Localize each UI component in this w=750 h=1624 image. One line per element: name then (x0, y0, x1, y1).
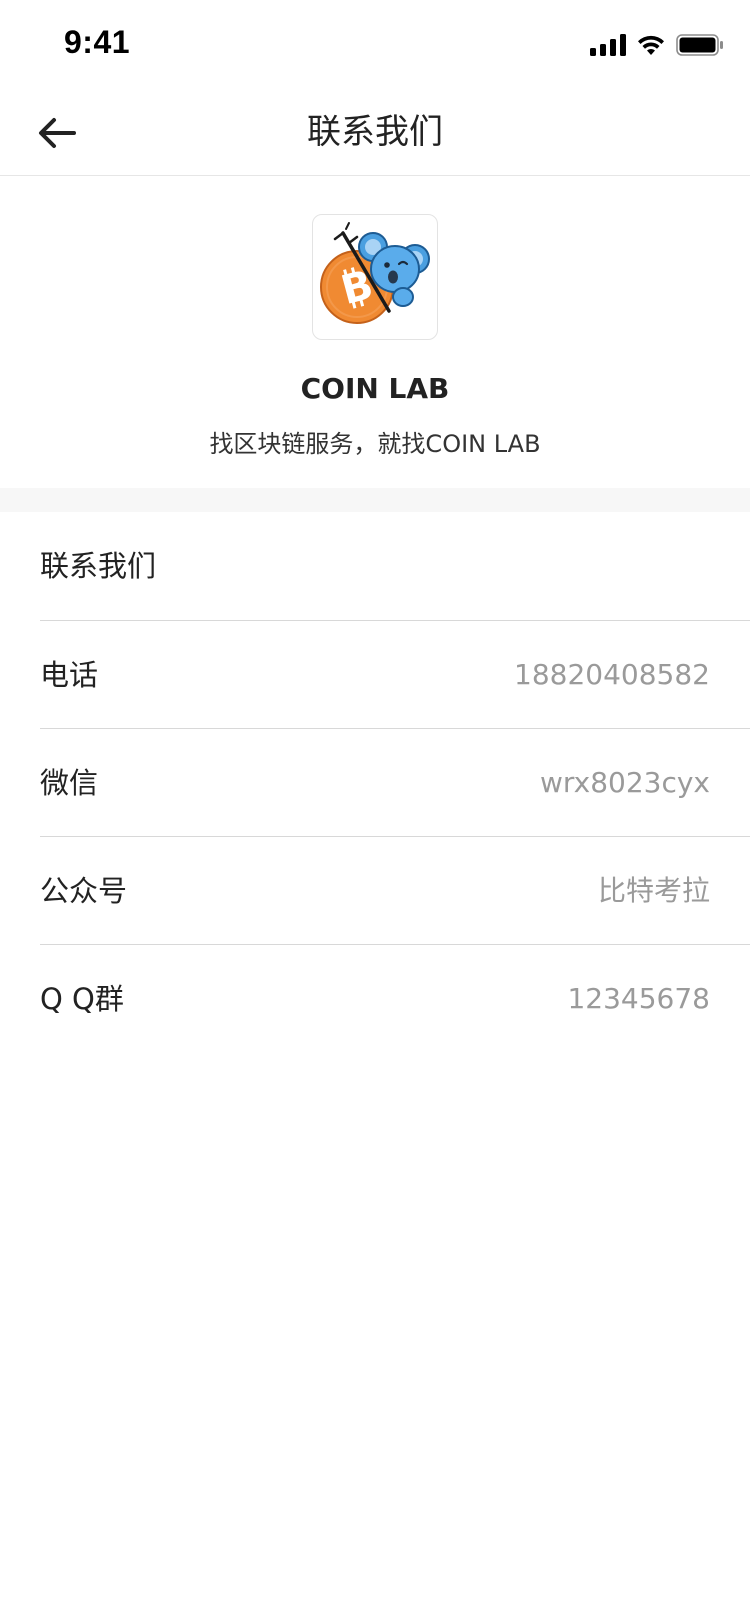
brand-header: B COIN LAB 找区块链服务，就找COIN LAB (0, 176, 750, 488)
contact-list: 联系我们 电话 18820408582 微信 wrx8023cyx 公众号 比特… (0, 512, 750, 1053)
brand-name: COIN LAB (300, 372, 450, 405)
section-divider (0, 488, 750, 512)
phone-label: 电话 (40, 658, 99, 692)
contact-row-official-account[interactable]: 公众号 比特考拉 (40, 837, 750, 945)
qq-group-value[interactable]: 12345678 (567, 945, 710, 1053)
coin-lab-logo: B (312, 214, 438, 340)
phone-value[interactable]: 18820408582 (514, 621, 710, 729)
official-account-label: 公众号 (40, 874, 128, 908)
signal-icon (590, 34, 626, 56)
contact-section-title: 联系我们 (40, 512, 750, 621)
contact-row-qq-group[interactable]: Q Q群 12345678 (40, 945, 750, 1053)
status-time: 9:41 (64, 24, 131, 60)
brand-slogan: 找区块链服务，就找COIN LAB (209, 430, 541, 458)
contact-row-phone[interactable]: 电话 18820408582 (40, 621, 750, 729)
wifi-icon (638, 35, 664, 55)
battery-icon (676, 34, 723, 56)
qq-group-label: Q Q群 (40, 982, 124, 1016)
official-account-value[interactable]: 比特考拉 (598, 837, 710, 945)
wechat-value[interactable]: wrx8023cyx (540, 729, 710, 837)
koala-coin-icon: B (320, 222, 430, 324)
navigation-bar: 联系我们 (0, 88, 750, 176)
status-bar: 9:41 (0, 0, 750, 88)
wechat-label: 微信 (40, 766, 99, 800)
status-icons (590, 30, 724, 60)
contact-row-wechat[interactable]: 微信 wrx8023cyx (40, 729, 750, 837)
page-title: 联系我们 (307, 112, 443, 152)
